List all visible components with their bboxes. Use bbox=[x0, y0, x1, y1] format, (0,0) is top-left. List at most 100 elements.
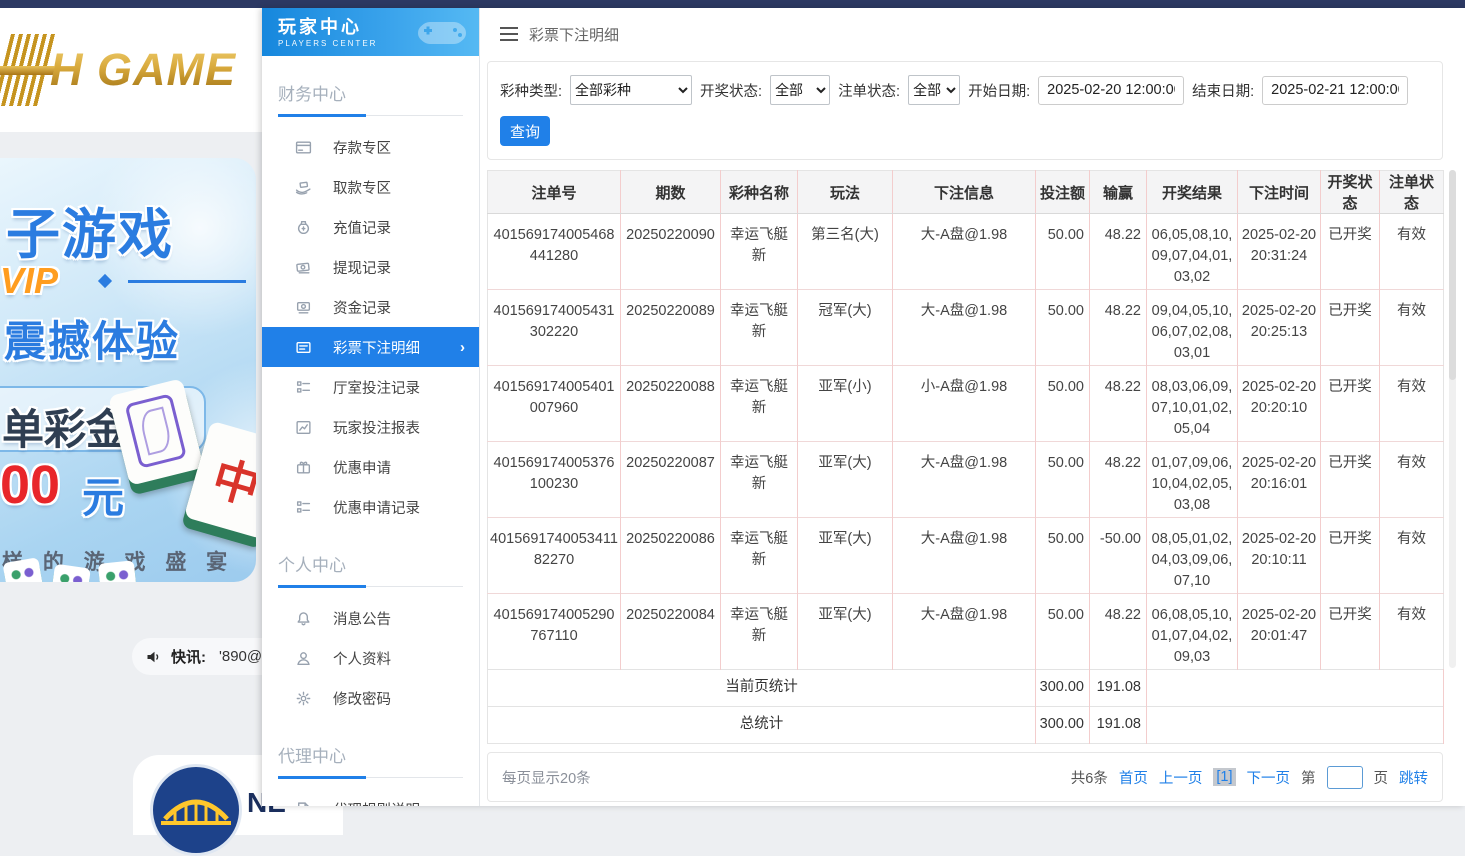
hamburger-menu-icon[interactable] bbox=[500, 27, 518, 41]
draw-status-select[interactable]: 全部 bbox=[770, 75, 830, 105]
page-title: 彩票下注明细 bbox=[529, 24, 619, 45]
table-header-row: 注单号期数彩种名称玩法下注信息投注额输赢开奖结果下注时间开奖状态注单状态 bbox=[488, 171, 1444, 214]
underline-accent bbox=[278, 585, 366, 588]
summary-empty bbox=[1147, 707, 1444, 744]
cell-bet-time: 2025-02-20 20:01:47 bbox=[1238, 594, 1321, 670]
cell-order-status: 有效 bbox=[1380, 366, 1444, 442]
logo-text: H GAME bbox=[50, 44, 236, 96]
prev-page-link[interactable]: 上一页 bbox=[1159, 767, 1203, 788]
cell-order-status: 有效 bbox=[1380, 594, 1444, 670]
column-header-bet-amount: 投注额 bbox=[1036, 171, 1090, 214]
funds-icon bbox=[295, 299, 312, 316]
sidebar-section-title: 财务中心 bbox=[278, 80, 463, 105]
cell-bet-info: 大-A盘@1.98 bbox=[893, 214, 1036, 290]
sidebar-item-hall-bet-records[interactable]: 厅室投注记录 bbox=[262, 367, 479, 407]
jump-suffix: 页 bbox=[1374, 767, 1389, 788]
jump-button[interactable]: 跳转 bbox=[1399, 767, 1428, 788]
sidebar-item-label: 资金记录 bbox=[333, 297, 391, 318]
cell-bet-amount: 50.00 bbox=[1036, 366, 1090, 442]
start-date-label: 开始日期: bbox=[968, 80, 1030, 101]
end-date-input[interactable] bbox=[1262, 76, 1408, 105]
sidebar-item-label: 修改密码 bbox=[333, 688, 391, 709]
order-status-select[interactable]: 全部 bbox=[908, 75, 960, 105]
sidebar-item-promo-apply-records[interactable]: 优惠申请记录 bbox=[262, 487, 479, 527]
cell-period: 20250220084 bbox=[621, 594, 721, 670]
sidebar-item-funds-records[interactable]: 资金记录 bbox=[262, 287, 479, 327]
scrollbar-thumb[interactable] bbox=[1449, 170, 1456, 380]
column-header-bet-info: 下注信息 bbox=[893, 171, 1036, 214]
checklist-icon bbox=[295, 379, 312, 396]
sidebar-item-withdraw-zone[interactable]: 取款专区 bbox=[262, 167, 479, 207]
cell-order-id: 401569174005290767110 bbox=[488, 594, 621, 670]
gear-icon bbox=[295, 690, 312, 707]
sidebar-item-label: 优惠申请记录 bbox=[333, 497, 420, 518]
cell-bet-amount: 50.00 bbox=[1036, 442, 1090, 518]
cell-bet-time: 2025-02-20 20:10:11 bbox=[1238, 518, 1321, 594]
sidebar-item-withdrawal-records[interactable]: 提现记录 bbox=[262, 247, 479, 287]
main-content: 彩票下注明细 彩种类型: 全部彩种 开奖状态: 全部 注单状态: 全部 开始日期… bbox=[480, 8, 1465, 806]
underline-rest bbox=[366, 115, 463, 116]
next-page-link[interactable]: 下一页 bbox=[1247, 767, 1291, 788]
withdraw-icon bbox=[295, 179, 312, 196]
cell-draw-result: 09,04,05,10,06,07,02,08,03,01 bbox=[1147, 290, 1238, 366]
cell-order-status: 有效 bbox=[1380, 290, 1444, 366]
cell-draw-result: 06,05,08,10,09,07,04,01,03,02 bbox=[1147, 214, 1238, 290]
summary-win-loss-total: 191.08 bbox=[1090, 707, 1147, 744]
sidebar-item-lottery-bet-details[interactable]: 彩票下注明细› bbox=[262, 327, 479, 367]
sidebar-item-player-bet-report[interactable]: 玩家投注报表 bbox=[262, 407, 479, 447]
sidebar-menu: 消息公告个人资料修改密码 bbox=[262, 588, 479, 718]
cell-draw-status: 已开奖 bbox=[1321, 214, 1380, 290]
sidebar-item-promo-apply[interactable]: 优惠申请 bbox=[262, 447, 479, 487]
sidebar-item-deposit-zone[interactable]: 存款专区 bbox=[262, 127, 479, 167]
first-page-link[interactable]: 首页 bbox=[1119, 767, 1148, 788]
cell-draw-status: 已开奖 bbox=[1321, 594, 1380, 670]
cell-bet-info: 大-A盘@1.98 bbox=[893, 442, 1036, 518]
sidebar-item-profile[interactable]: 个人资料 bbox=[262, 638, 479, 678]
team-logo bbox=[150, 764, 242, 856]
sidebar-item-messages[interactable]: 消息公告 bbox=[262, 598, 479, 638]
cell-bet-info: 大-A盘@1.98 bbox=[893, 594, 1036, 670]
cashout-icon bbox=[295, 259, 312, 276]
cell-lottery-name: 幸运飞艇新 bbox=[721, 518, 798, 594]
sidebar-header: 玩家中心 PLAYERS CENTER bbox=[262, 8, 479, 56]
cell-bet-amount: 50.00 bbox=[1036, 290, 1090, 366]
summary-row: 当前页统计300.00191.08 bbox=[488, 670, 1444, 707]
scrollbar[interactable] bbox=[1449, 170, 1456, 668]
sidebar-item-change-password[interactable]: 修改密码 bbox=[262, 678, 479, 718]
jump-page-input[interactable] bbox=[1327, 766, 1363, 789]
summary-label: 当前页统计 bbox=[488, 670, 1036, 707]
cell-play-type: 第三名(大) bbox=[798, 214, 893, 290]
cell-win-loss: 48.22 bbox=[1090, 442, 1147, 518]
underline-rest bbox=[366, 586, 463, 587]
underline-accent bbox=[278, 114, 366, 117]
person-icon bbox=[295, 650, 312, 667]
content-header: 彩票下注明细 bbox=[480, 8, 1465, 60]
sidebar-item-recharge-records[interactable]: 充值记录 bbox=[262, 207, 479, 247]
column-header-win-loss: 输赢 bbox=[1090, 171, 1147, 214]
tile-symbol bbox=[124, 393, 187, 469]
banner-bonus-label: 单彩金 bbox=[2, 396, 128, 457]
lottery-type-label: 彩种类型: bbox=[500, 80, 562, 101]
cell-draw-status: 已开奖 bbox=[1321, 290, 1380, 366]
sidebar-item-agent-rules[interactable]: 代理规则说明 bbox=[262, 789, 479, 806]
cell-play-type: 冠军(大) bbox=[798, 290, 893, 366]
bet-table-wrap: 注单号期数彩种名称玩法下注信息投注额输赢开奖结果下注时间开奖状态注单状态 4015… bbox=[487, 170, 1443, 744]
column-header-order-status: 注单状态 bbox=[1380, 171, 1444, 214]
cell-bet-time: 2025-02-20 20:16:01 bbox=[1238, 442, 1321, 518]
cell-order-status: 有效 bbox=[1380, 442, 1444, 518]
filter-box: 彩种类型: 全部彩种 开奖状态: 全部 注单状态: 全部 开始日期: 结束日期:… bbox=[487, 61, 1443, 160]
table-row: 40156917400537610023020250220087幸运飞艇新亚军(… bbox=[488, 442, 1444, 518]
chevron-right-icon: › bbox=[460, 339, 465, 356]
top-navy-bar bbox=[0, 0, 1465, 8]
cell-period: 20250220086 bbox=[621, 518, 721, 594]
sidebar-item-label: 充值记录 bbox=[333, 217, 391, 238]
start-date-input[interactable] bbox=[1038, 76, 1184, 105]
sidebar-menu: 存款专区取款专区充值记录提现记录资金记录彩票下注明细›厅室投注记录玩家投注报表优… bbox=[262, 117, 479, 527]
cell-lottery-name: 幸运飞艇新 bbox=[721, 442, 798, 518]
logo-stripes bbox=[0, 34, 57, 106]
ticker-label: 快讯: bbox=[171, 646, 206, 667]
cell-lottery-name: 幸运飞艇新 bbox=[721, 214, 798, 290]
search-button[interactable]: 查询 bbox=[500, 116, 550, 146]
cell-lottery-name: 幸运飞艇新 bbox=[721, 290, 798, 366]
lottery-type-select[interactable]: 全部彩种 bbox=[570, 75, 692, 105]
